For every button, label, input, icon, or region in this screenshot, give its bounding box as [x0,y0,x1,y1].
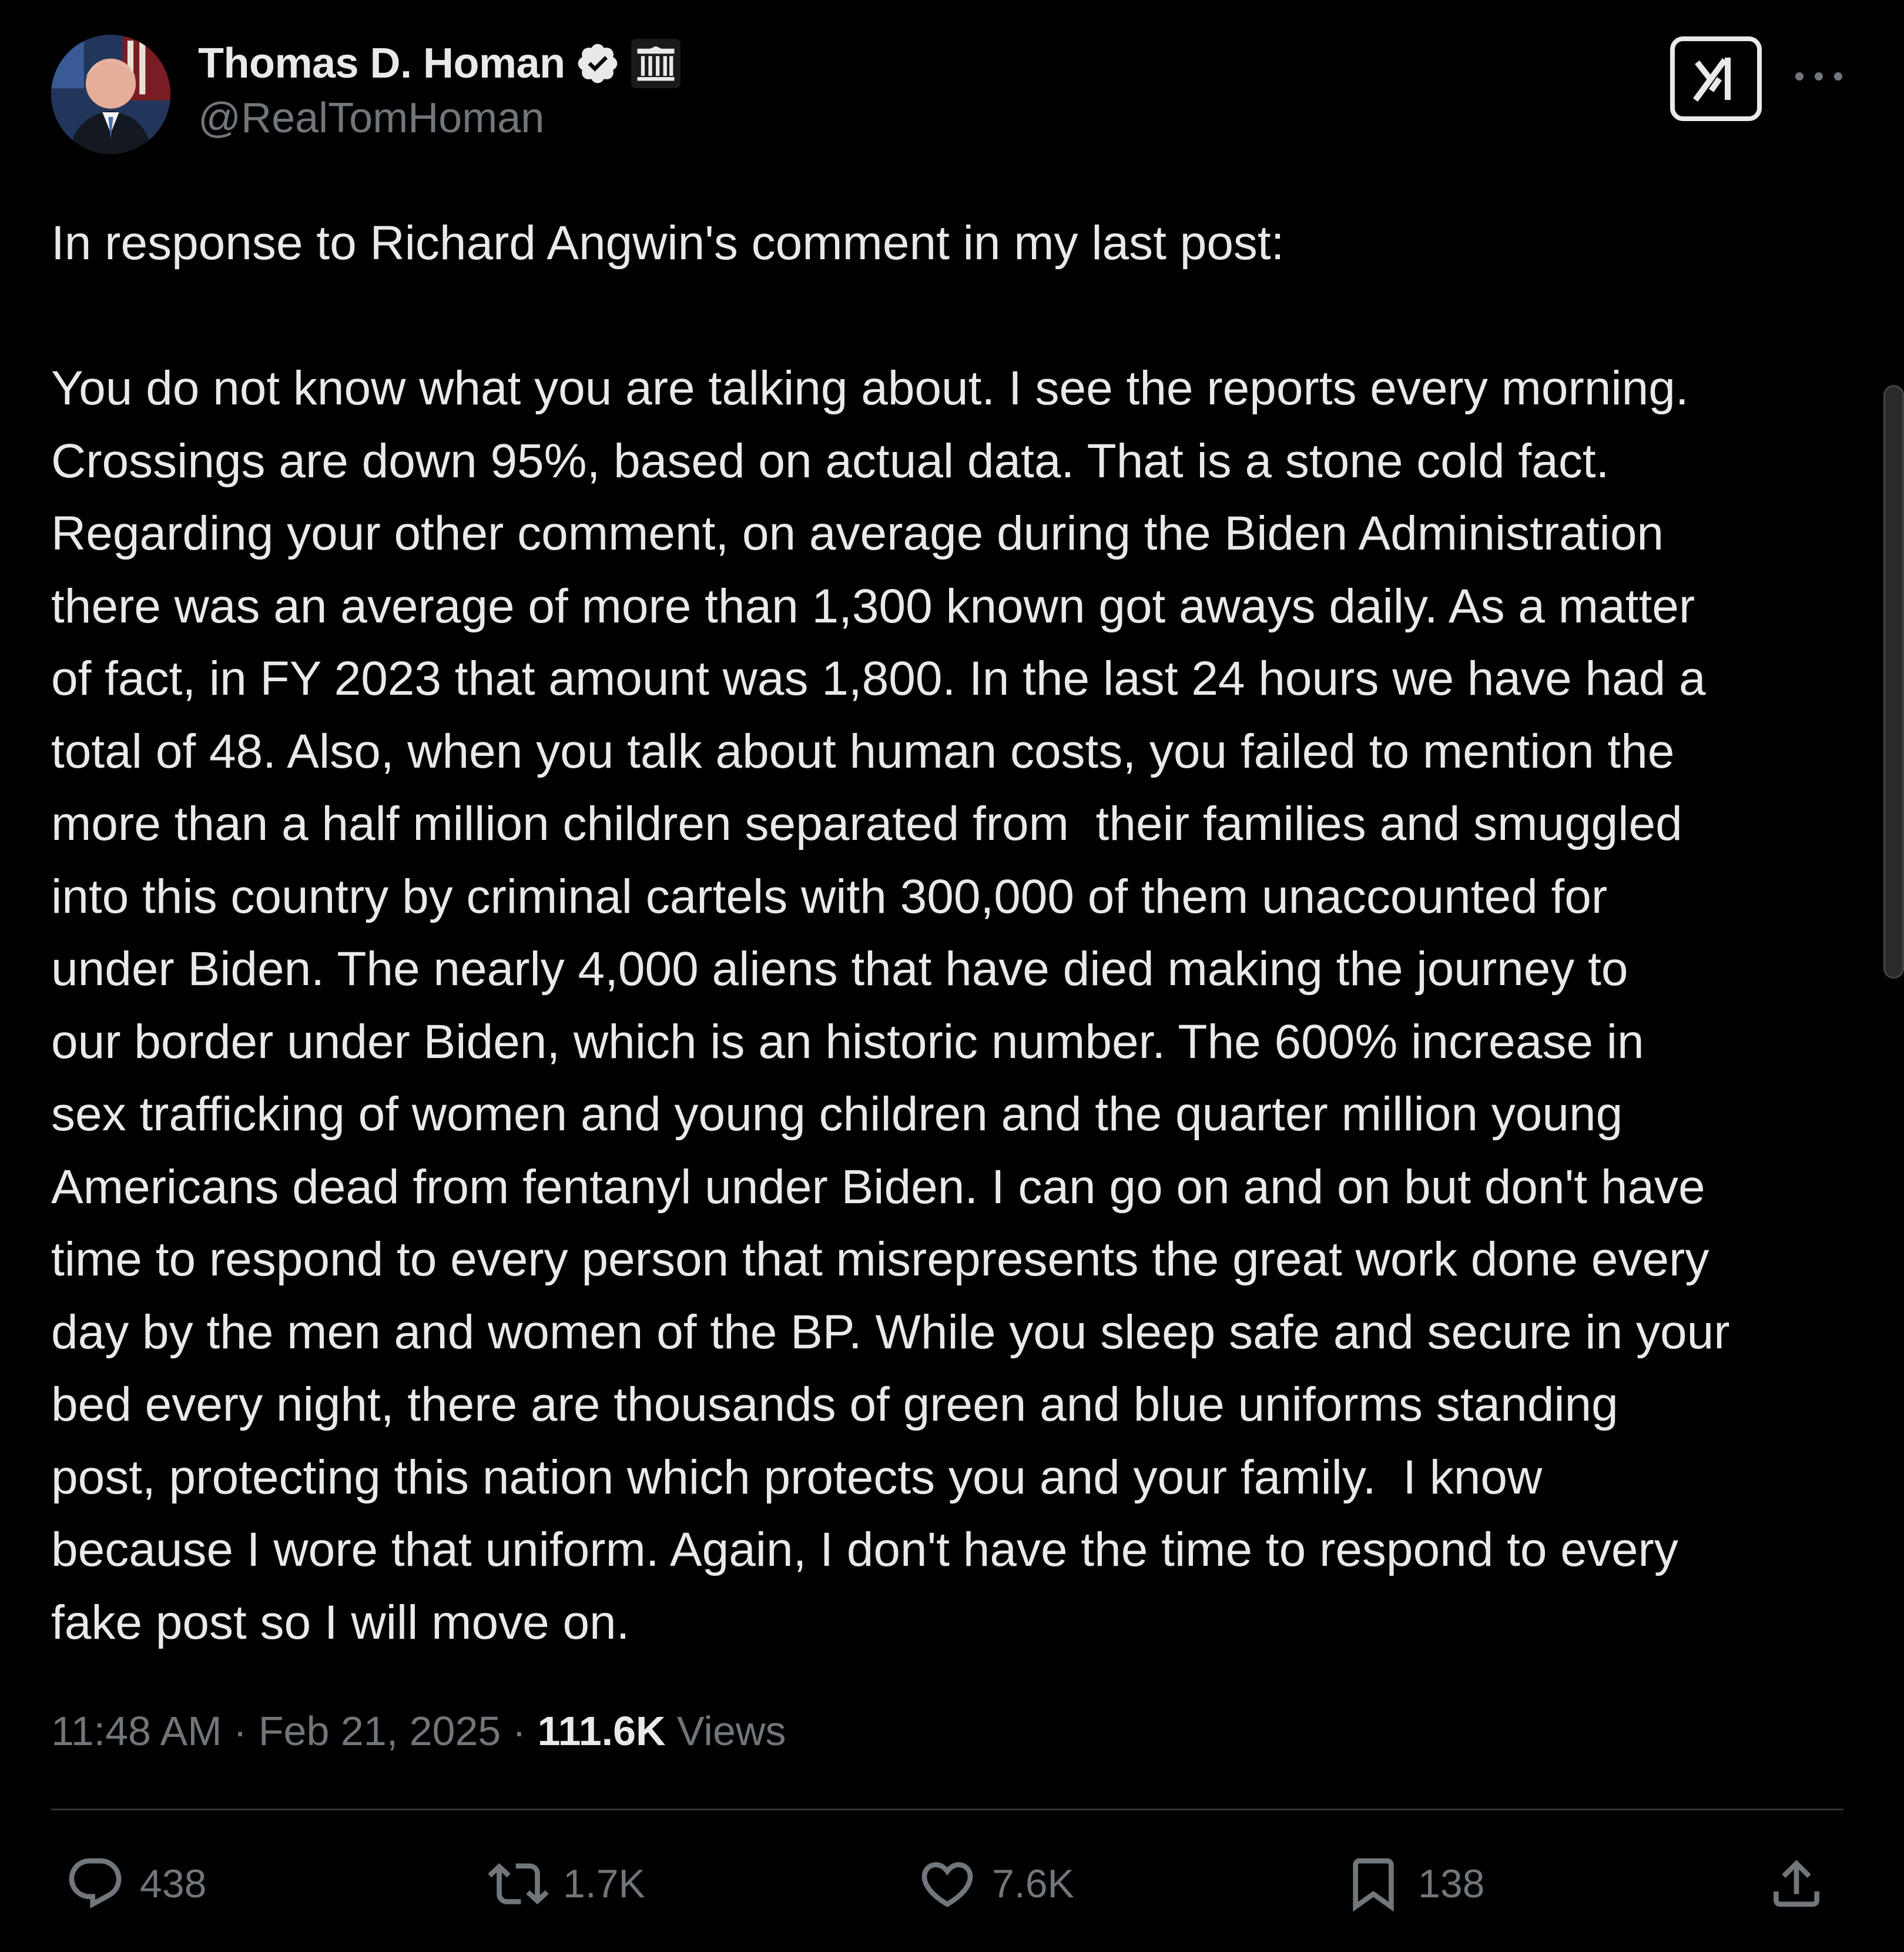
like-count: 7.6K [992,1861,1074,1906]
share-icon [1774,1860,1819,1907]
post-metadata: 11:48 AM · Feb 21, 2025 · 111.6K Views [51,1707,786,1755]
repost-icon [488,1863,549,1905]
grok-icon [1693,58,1731,102]
avatar-photo-icon [51,35,170,154]
grok-button[interactable] [1670,36,1762,121]
views-count[interactable]: 111.6K [538,1707,666,1755]
post-text: In response to Richard Angwin's comment … [51,216,1730,1649]
author-handle[interactable]: @RealTomHoman [198,94,544,142]
more-options-button[interactable] [1792,59,1845,94]
verified-badge-icon[interactable] [575,41,621,86]
author-display-name[interactable]: Thomas D. Homan [198,39,565,88]
views-label: Views [665,1708,786,1754]
government-building-icon[interactable] [631,39,681,88]
post-date[interactable]: Feb 21, 2025 [259,1707,501,1755]
tweet-card: Thomas D. Homan @RealTomHoman In respons… [0,0,1904,1952]
repost-button[interactable]: 1.7K [488,1849,645,1919]
bookmark-button[interactable]: 138 [1343,1849,1484,1919]
bookmark-count: 138 [1418,1861,1485,1906]
like-button[interactable]: 7.6K [917,1849,1074,1919]
author-name-row: Thomas D. Homan [198,34,681,93]
more-options-icon [1795,72,1842,81]
repost-count: 1.7K [563,1861,645,1906]
post-time[interactable]: 11:48 AM [51,1707,222,1755]
bookmark-icon [1353,1858,1394,1912]
share-button[interactable] [1766,1849,1827,1919]
reply-button[interactable]: 438 [65,1849,206,1919]
meta-separator: · [222,1708,259,1754]
scrollbar-thumb[interactable] [1883,385,1904,979]
heart-icon [921,1862,973,1907]
author-avatar[interactable] [51,35,170,154]
reply-count: 438 [140,1861,207,1906]
reply-icon [69,1858,122,1909]
divider [51,1809,1843,1810]
meta-separator: · [501,1708,538,1754]
